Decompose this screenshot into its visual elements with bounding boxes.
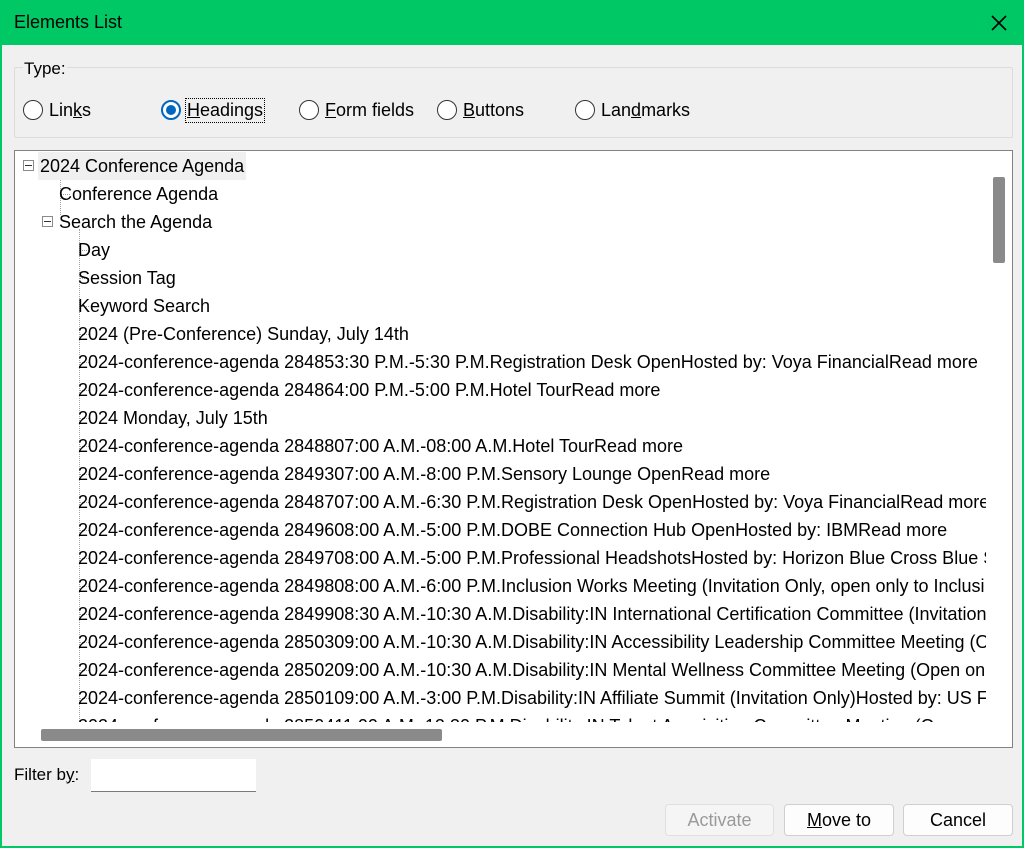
collapse-icon[interactable] [42, 216, 53, 227]
collapse-icon[interactable] [23, 160, 34, 171]
radio-dot [166, 105, 176, 115]
radio-label-buttons: Buttons [463, 99, 525, 120]
filter-label: Filter by: [14, 765, 80, 784]
tree-item[interactable]: Search the Agenda [59, 208, 212, 236]
radio-label-headings: Headings [184, 97, 266, 123]
tree-item[interactable]: Keyword Search [78, 292, 210, 320]
tree-item[interactable]: Conference Agenda [59, 180, 218, 208]
scroll-corner [986, 722, 1012, 747]
type-label: Type: [23, 59, 67, 79]
radio-headings[interactable]: Headings [161, 97, 266, 123]
tree-item[interactable]: Day [78, 236, 110, 264]
close-button[interactable] [972, 0, 1024, 45]
horizontal-scrollbar[interactable] [15, 722, 987, 747]
vertical-scrollbar[interactable] [986, 151, 1012, 723]
radio-circle [575, 100, 595, 120]
tree-item[interactable]: 2024-conference-agenda 2850109:00 A.M.-3… [78, 684, 987, 712]
dialog-title: Elements List [14, 12, 123, 32]
move-to-button[interactable]: Move to [784, 804, 894, 836]
tree-item[interactable]: 2024-conference-agenda 2849808:00 A.M.-6… [78, 572, 985, 600]
radio-form-fields[interactable]: Form fields [299, 97, 414, 123]
radio-circle-checked [161, 100, 181, 120]
elements-list-dialog: Elements List Type: Links Headings Form … [0, 0, 1024, 848]
radio-landmarks[interactable]: Landmarks [575, 97, 690, 123]
filter-input[interactable] [91, 759, 256, 792]
tree-item[interactable]: 2024-conference-agenda 2849708:00 A.M.-5… [78, 544, 987, 572]
tree-item-root[interactable]: 2024 Conference Agenda [38, 152, 247, 180]
tree-item[interactable]: 2024-conference-agenda 284853:30 P.M.-5:… [78, 348, 978, 376]
tree-item[interactable]: 2024-conference-agenda 284864:00 P.M.-5:… [78, 376, 660, 404]
radio-circle [23, 100, 43, 120]
radio-circle [437, 100, 457, 120]
radio-label-form-fields: Form fields [325, 99, 415, 120]
tree-item[interactable]: 2024-conference-agenda 2848707:00 A.M.-6… [78, 488, 987, 516]
radio-circle [299, 100, 319, 120]
tree-item[interactable]: 2024-conference-agenda 2850209:00 A.M.-1… [78, 656, 987, 684]
tree-item[interactable]: 2024-conference-agenda 2849608:00 A.M.-5… [78, 516, 947, 544]
close-icon [991, 14, 1007, 31]
tree-item[interactable]: 2024 Monday, July 15th [78, 404, 268, 432]
tree-item[interactable]: Session Tag [78, 264, 176, 292]
radio-label-landmarks: Landmarks [601, 99, 691, 120]
tree-item[interactable]: 2024-conference-agenda 2848807:00 A.M.-0… [78, 432, 683, 460]
title-bar: Elements List [2, 0, 1024, 45]
radio-label-links: Links [49, 99, 92, 120]
move-to-label: Move to [806, 809, 872, 830]
tree-item[interactable]: 2024-conference-agenda 2849908:30 A.M.-1… [78, 600, 987, 628]
radio-links[interactable]: Links [23, 97, 91, 123]
tree-item[interactable]: 2024 (Pre-Conference) Sunday, July 14th [78, 320, 409, 348]
tree-item[interactable]: 2024-conference-agenda 2850309:00 A.M.-1… [78, 628, 987, 656]
radio-buttons[interactable]: Buttons [437, 97, 524, 123]
cancel-button[interactable]: Cancel [903, 804, 1013, 836]
tree-content: 2024 Conference Agenda Conference Agenda… [15, 151, 987, 723]
horizontal-scroll-thumb[interactable] [41, 729, 442, 741]
tree-item[interactable]: 2024-conference-agenda 2849307:00 A.M.-8… [78, 460, 770, 488]
elements-tree[interactable]: 2024 Conference Agenda Conference Agenda… [14, 150, 1013, 748]
activate-button[interactable]: Activate [665, 804, 774, 836]
vertical-scroll-thumb[interactable] [993, 177, 1005, 263]
